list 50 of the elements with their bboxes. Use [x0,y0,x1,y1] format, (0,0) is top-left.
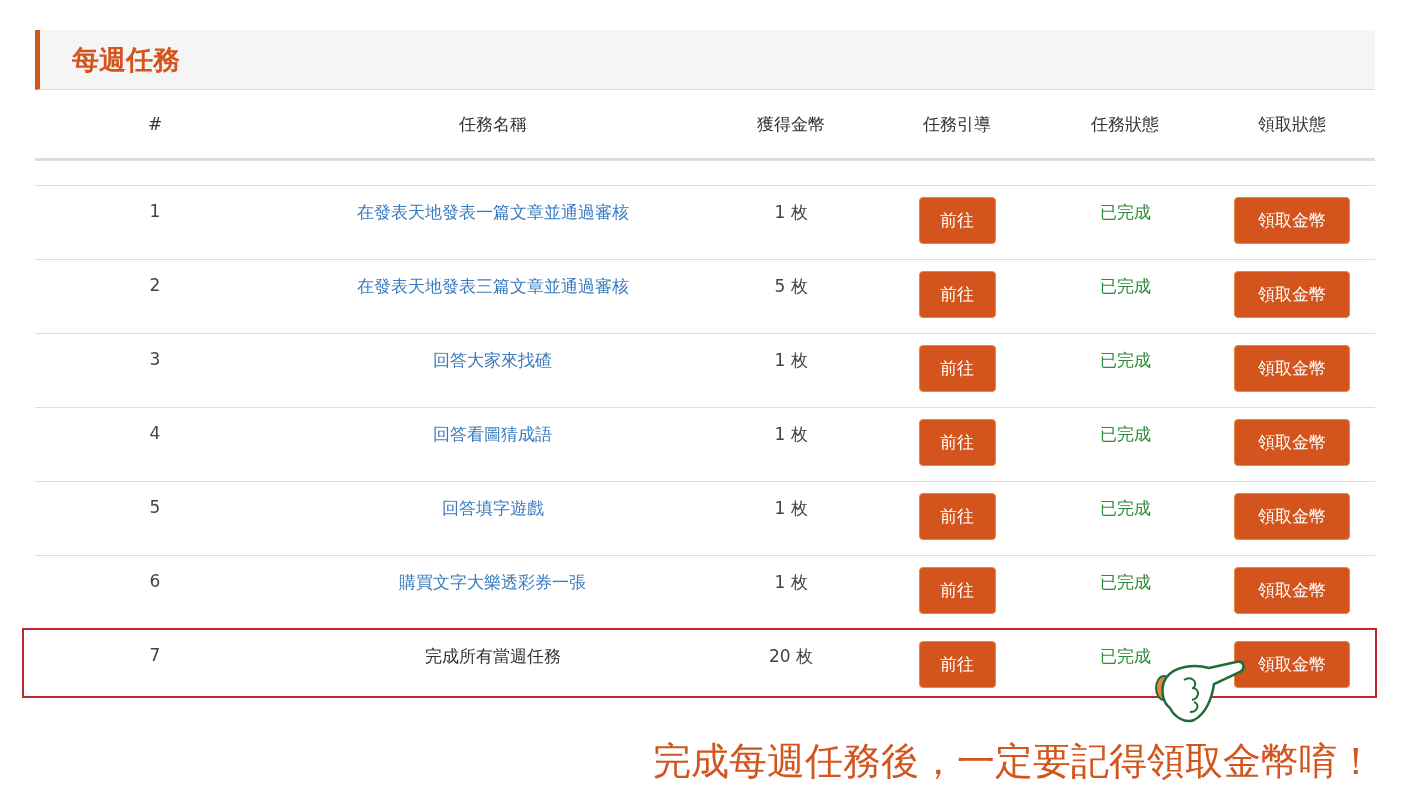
go-button[interactable]: 前往 [918,493,996,540]
task-link[interactable]: 在發表天地發表一篇文章並通過審核 [356,202,629,222]
task-link[interactable]: 在發表天地發表三篇文章並通過審核 [356,276,629,296]
go-button[interactable]: 前往 [918,567,996,614]
claim-coins-button[interactable]: 領取金幣 [1233,567,1350,614]
column-header: 任務狀態 [1090,112,1160,136]
task-status: 已完成 [1099,498,1151,518]
row-number: 4 [148,422,162,445]
task-status: 已完成 [1099,572,1151,592]
reminder-caption: 完成每週任務後，一定要記得領取金幣唷！ [652,738,1375,785]
claim-coins-button[interactable]: 領取金幣 [1233,493,1350,540]
column-header: 領取狀態 [1256,112,1327,136]
column-header: 任務引導 [922,112,992,136]
column-header: # [146,114,164,134]
row-number: 2 [148,274,162,297]
row-number: 6 [148,570,162,593]
row-number: 3 [148,348,162,371]
row-number: 1 [148,200,162,223]
row-number: 5 [148,496,162,519]
go-button[interactable]: 前往 [918,345,996,392]
coin-amount: 1 枚 [773,423,809,446]
task-link[interactable]: 購買文字大樂透彩券一張 [399,572,586,592]
coin-amount: 1 枚 [773,497,809,520]
column-header: 任務名稱 [457,112,528,136]
task-link[interactable]: 回答大家來找碴 [433,350,552,370]
coin-amount: 1 枚 [773,571,809,594]
go-button[interactable]: 前往 [918,641,996,688]
coin-amount: 20 枚 [767,645,814,668]
row-number: 7 [148,644,162,667]
task-status: 已完成 [1099,424,1151,444]
column-header: 獲得金幣 [756,112,826,136]
coin-amount: 5 枚 [773,275,809,298]
go-button[interactable]: 前往 [918,197,996,244]
task-status: 已完成 [1099,646,1151,666]
go-button[interactable]: 前往 [918,271,996,318]
go-button[interactable]: 前往 [918,419,996,466]
task-status: 已完成 [1099,202,1151,222]
coin-amount: 1 枚 [773,201,809,224]
task-link[interactable]: 回答看圖猜成語 [433,424,552,444]
task-status: 已完成 [1099,350,1151,370]
claim-coins-button[interactable]: 領取金幣 [1233,345,1350,392]
claim-coins-button[interactable]: 領取金幣 [1233,419,1350,466]
claim-coins-button[interactable]: 領取金幣 [1233,641,1350,688]
claim-coins-button[interactable]: 領取金幣 [1233,271,1350,318]
task-status: 已完成 [1099,276,1151,296]
claim-coins-button[interactable]: 領取金幣 [1233,197,1350,244]
coin-amount: 1 枚 [773,349,809,372]
section-title: 每週任務 [72,42,180,77]
task-name: 完成所有當週任務 [424,646,561,666]
task-link[interactable]: 回答填字遊戲 [441,498,544,518]
